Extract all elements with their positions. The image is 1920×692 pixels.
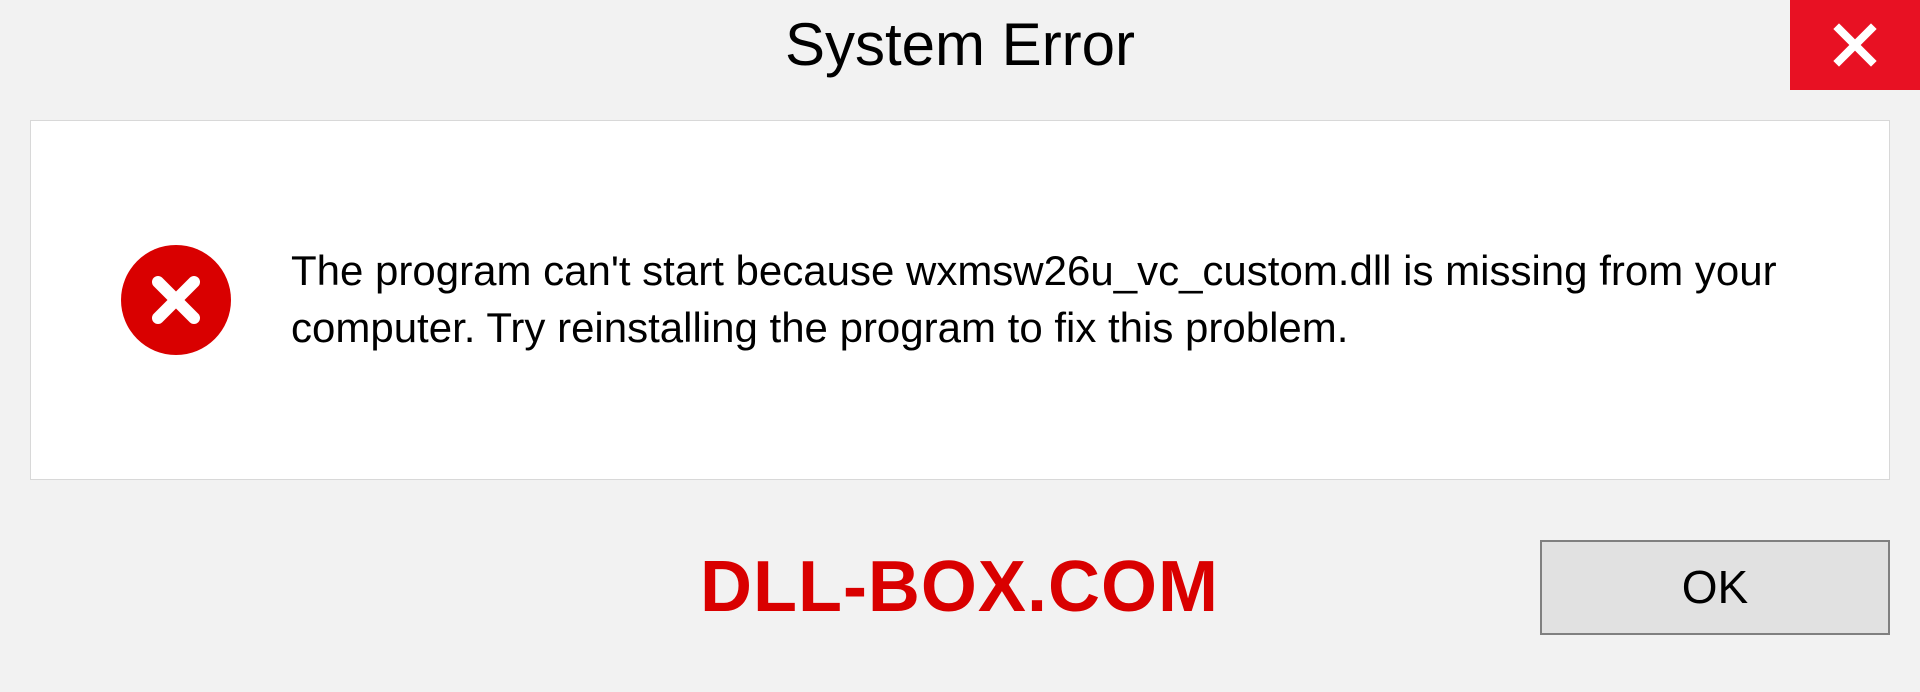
dialog-body: The program can't start because wxmsw26u… [30, 120, 1890, 480]
error-icon [121, 245, 231, 355]
dialog-message: The program can't start because wxmsw26u… [291, 243, 1809, 356]
ok-button[interactable]: OK [1540, 540, 1890, 635]
close-icon [1831, 21, 1879, 69]
dialog-title: System Error [0, 10, 1920, 79]
system-error-dialog: System Error The program can't start bec… [0, 0, 1920, 692]
dialog-footer: DLL-BOX.COM OK [30, 512, 1890, 662]
ok-button-label: OK [1682, 560, 1748, 614]
close-button[interactable] [1790, 0, 1920, 90]
watermark-text: DLL-BOX.COM [30, 546, 1219, 628]
